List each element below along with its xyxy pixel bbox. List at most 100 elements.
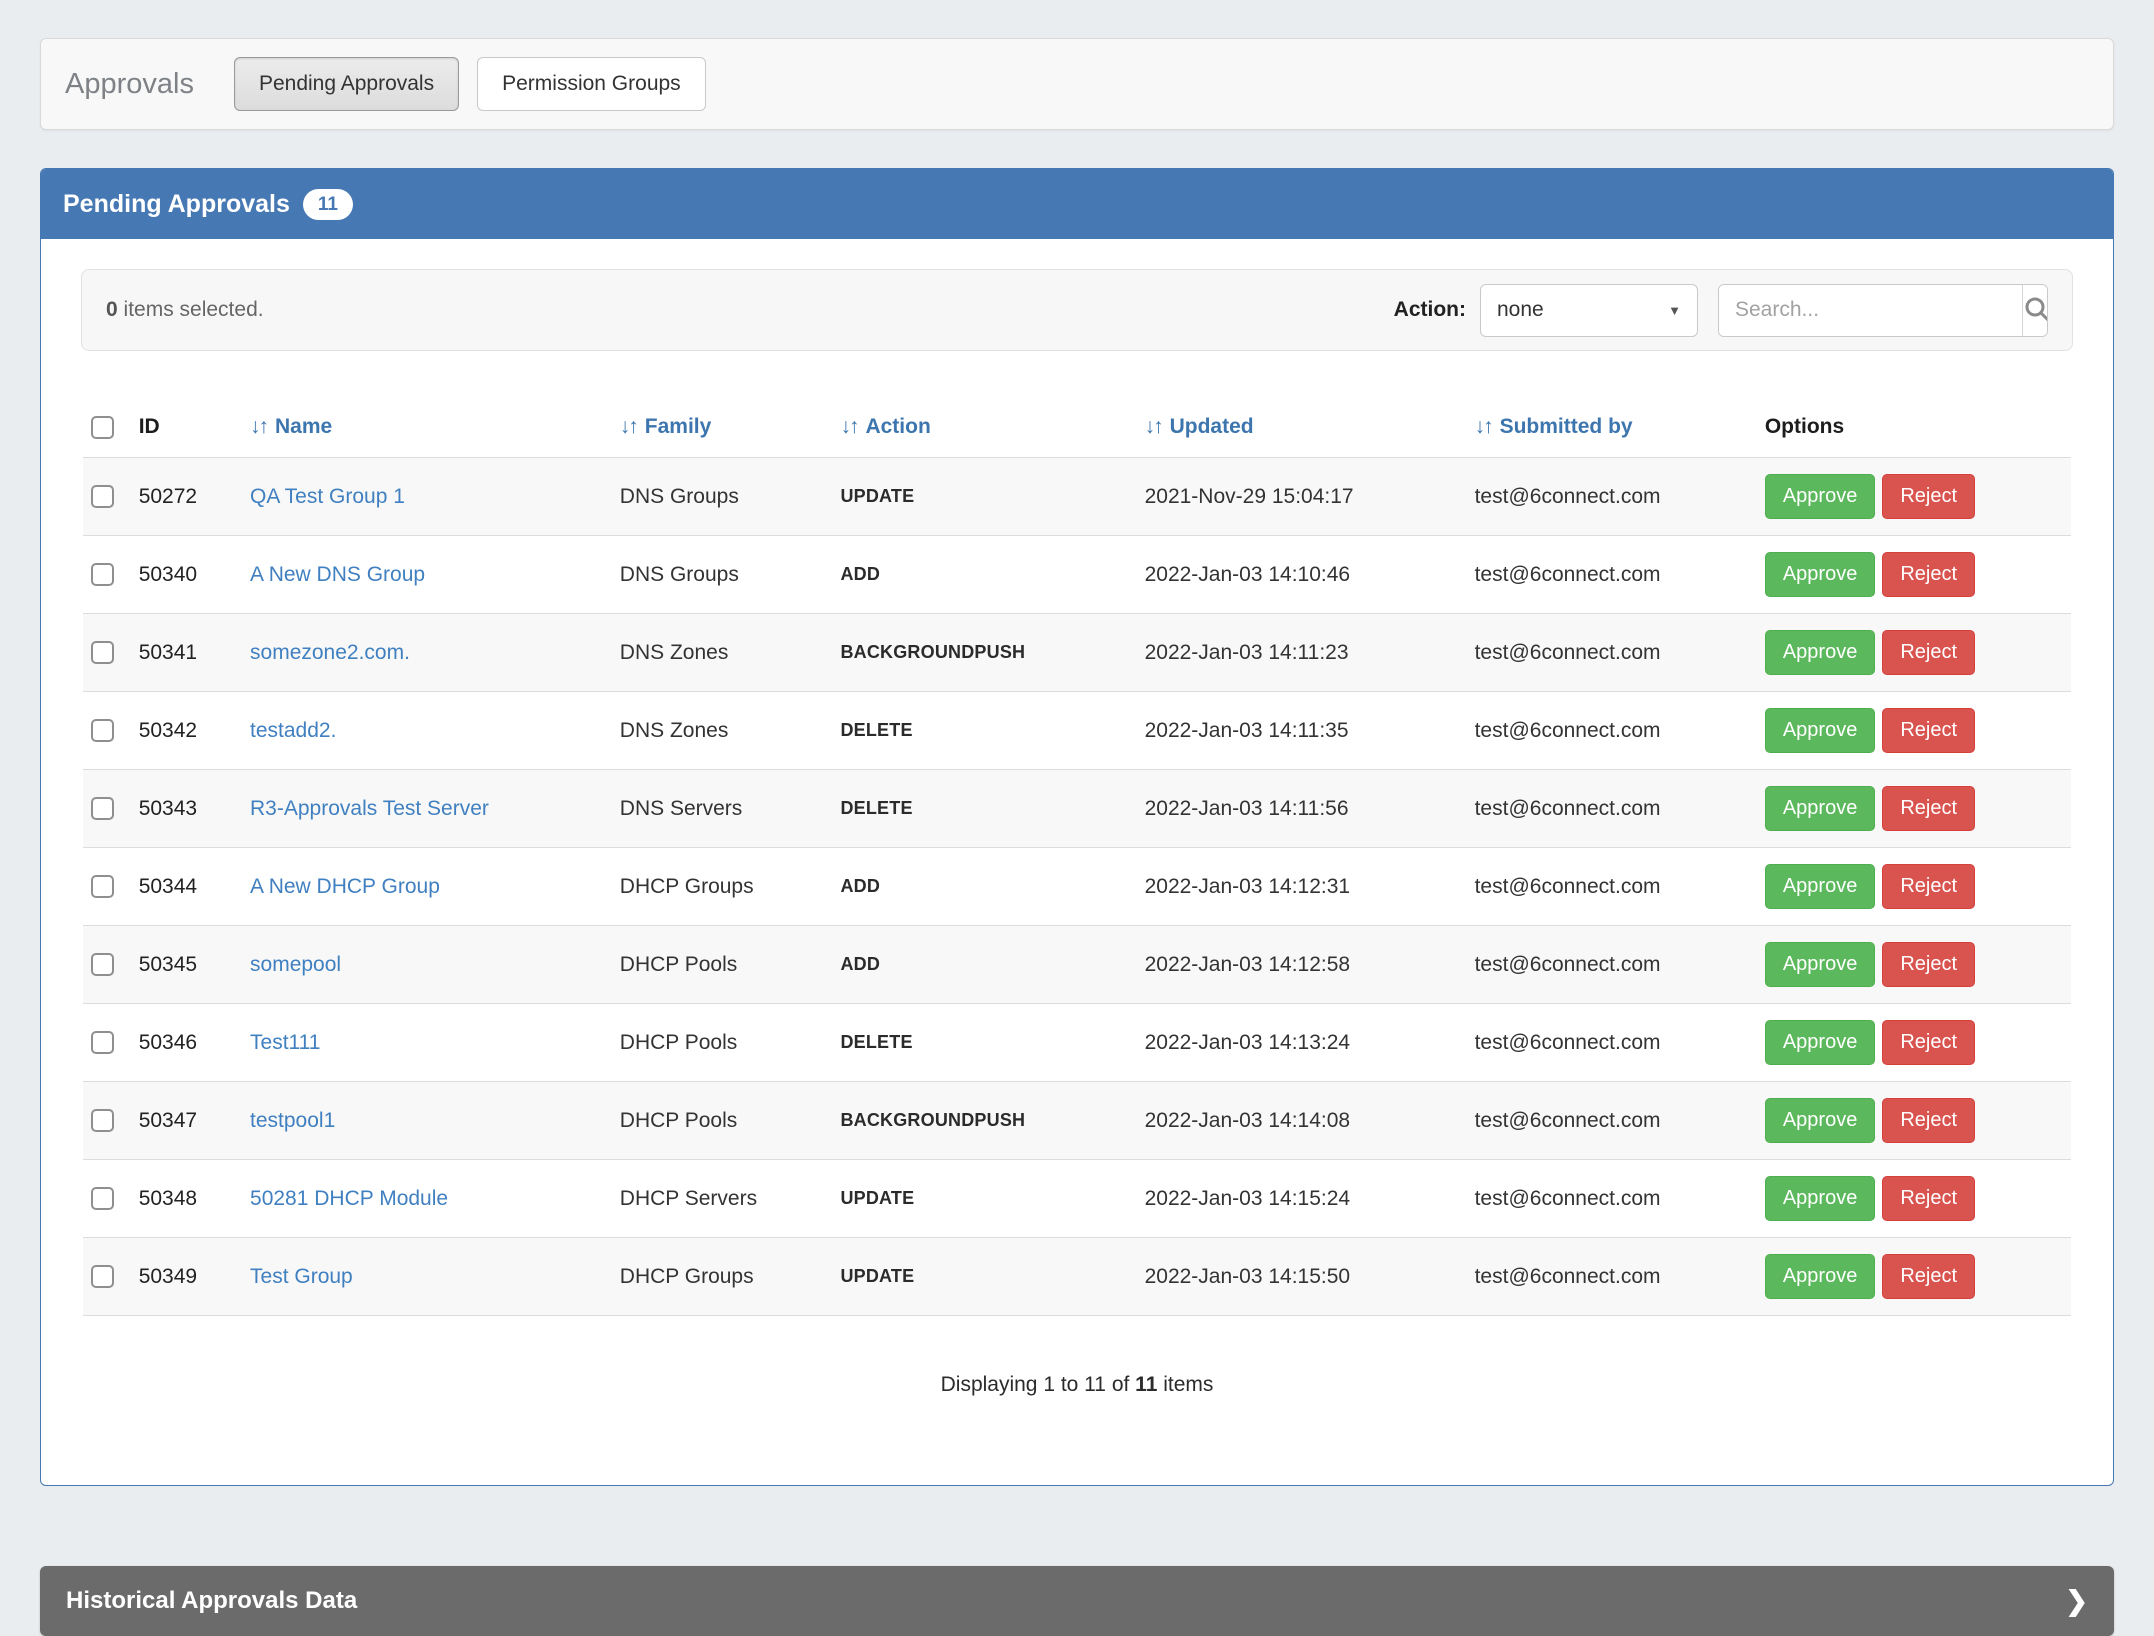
reject-button[interactable]: Reject [1882,630,1975,675]
cell-family: DNS Groups [612,458,833,536]
cell-id: 50348 [131,1160,242,1238]
row-name-link[interactable]: Test Group [250,1265,353,1288]
cell-family: DNS Groups [612,536,833,614]
column-header-options: Options [1757,395,2071,458]
tab-pending-approvals[interactable]: Pending Approvals [234,57,459,111]
reject-button[interactable]: Reject [1882,1176,1975,1221]
search-button[interactable] [2022,285,2048,336]
title-bar: Approvals Pending Approvals Permission G… [40,38,2114,130]
approve-button[interactable]: Approve [1765,630,1876,675]
cell-name: Test111 [242,1004,612,1082]
reject-button[interactable]: Reject [1882,1020,1975,1065]
row-name-link[interactable]: 50281 DHCP Module [250,1187,448,1210]
row-checkbox[interactable] [91,797,114,820]
approve-button[interactable]: Approve [1765,786,1876,831]
pending-approvals-panel: Pending Approvals 11 0 items selected. A… [40,168,2114,1486]
column-header-action[interactable]: ↓↑Action [832,395,1136,458]
reject-button[interactable]: Reject [1882,1254,1975,1299]
row-checkbox-cell [83,926,131,1004]
reject-button[interactable]: Reject [1882,786,1975,831]
row-checkbox[interactable] [91,1265,114,1288]
action-select-value: none [1497,298,1544,322]
table-row: 5034850281 DHCP ModuleDHCP ServersUPDATE… [83,1160,2071,1238]
row-checkbox[interactable] [91,1109,114,1132]
cell-name: 50281 DHCP Module [242,1160,612,1238]
row-name-link[interactable]: testadd2. [250,719,336,742]
column-header-updated[interactable]: ↓↑Updated [1137,395,1467,458]
toolbar-right: Action: none ▼ [1394,284,2048,337]
row-checkbox[interactable] [91,1187,114,1210]
reject-button[interactable]: Reject [1882,552,1975,597]
cell-family: DNS Zones [612,692,833,770]
table-row: 50346Test111DHCP PoolsDELETE2022-Jan-03 … [83,1004,2071,1082]
cell-action: UPDATE [832,1238,1136,1316]
table-row: 50343R3-Approvals Test ServerDNS Servers… [83,770,2071,848]
cell-updated: 2022-Jan-03 14:11:23 [1137,614,1467,692]
approve-button[interactable]: Approve [1765,1254,1876,1299]
row-name-link[interactable]: A New DHCP Group [250,875,440,898]
approve-button[interactable]: Approve [1765,552,1876,597]
cell-updated: 2022-Jan-03 14:11:35 [1137,692,1467,770]
reject-button[interactable]: Reject [1882,474,1975,519]
table-row: 50340A New DNS GroupDNS GroupsADD2022-Ja… [83,536,2071,614]
cell-id: 50340 [131,536,242,614]
header-checkbox-cell [83,395,131,458]
cell-updated: 2022-Jan-03 14:12:58 [1137,926,1467,1004]
row-checkbox[interactable] [91,563,114,586]
cell-id: 50272 [131,458,242,536]
search-input[interactable] [1719,285,2022,336]
row-name-link[interactable]: A New DNS Group [250,563,425,586]
approve-button[interactable]: Approve [1765,1020,1876,1065]
cell-name: R3-Approvals Test Server [242,770,612,848]
row-checkbox[interactable] [91,953,114,976]
tab-permission-groups[interactable]: Permission Groups [477,57,706,111]
row-name-link[interactable]: somepool [250,953,341,976]
column-header-name[interactable]: ↓↑Name [242,395,612,458]
approve-button[interactable]: Approve [1765,474,1876,519]
row-name-link[interactable]: QA Test Group 1 [250,485,405,508]
approve-button[interactable]: Approve [1765,708,1876,753]
cell-family: DHCP Servers [612,1160,833,1238]
table-header-row: ID↓↑Name↓↑Family↓↑Action↓↑Updated↓↑Submi… [83,395,2071,458]
summary-total: 11 [1135,1373,1157,1396]
row-checkbox-cell [83,770,131,848]
page-title: Approvals [65,68,194,101]
column-header-id: ID [131,395,242,458]
cell-id: 50349 [131,1238,242,1316]
cell-updated: 2022-Jan-03 14:14:08 [1137,1082,1467,1160]
approve-button[interactable]: Approve [1765,1176,1876,1221]
reject-button[interactable]: Reject [1882,864,1975,909]
row-name-link[interactable]: testpool1 [250,1109,335,1132]
historical-approvals-bar[interactable]: Historical Approvals Data ❯ [40,1566,2114,1636]
cell-updated: 2022-Jan-03 14:12:31 [1137,848,1467,926]
row-name-link[interactable]: R3-Approvals Test Server [250,797,489,820]
cell-action: DELETE [832,1004,1136,1082]
cell-family: DHCP Pools [612,926,833,1004]
cell-options: ApproveReject [1757,614,2071,692]
row-checkbox[interactable] [91,485,114,508]
cell-id: 50341 [131,614,242,692]
row-name-link[interactable]: Test111 [250,1031,320,1054]
row-checkbox-cell [83,1004,131,1082]
approve-button[interactable]: Approve [1765,942,1876,987]
select-all-checkbox[interactable] [91,416,114,439]
row-checkbox[interactable] [91,1031,114,1054]
row-checkbox[interactable] [91,719,114,742]
table-summary: Displaying 1 to 11 of 11 items [83,1373,2071,1485]
approve-button[interactable]: Approve [1765,1098,1876,1143]
column-header-family[interactable]: ↓↑Family [612,395,833,458]
row-name-link[interactable]: somezone2.com. [250,641,410,664]
approve-button[interactable]: Approve [1765,864,1876,909]
cell-options: ApproveReject [1757,1082,2071,1160]
column-header-submitted-by[interactable]: ↓↑Submitted by [1467,395,1757,458]
reject-button[interactable]: Reject [1882,1098,1975,1143]
cell-action: BACKGROUNDPUSH [832,614,1136,692]
cell-id: 50342 [131,692,242,770]
row-checkbox-cell [83,1082,131,1160]
row-checkbox[interactable] [91,875,114,898]
row-checkbox[interactable] [91,641,114,664]
sort-icon: ↓↑ [1145,415,1162,438]
reject-button[interactable]: Reject [1882,708,1975,753]
action-select[interactable]: none ▼ [1480,284,1698,337]
reject-button[interactable]: Reject [1882,942,1975,987]
